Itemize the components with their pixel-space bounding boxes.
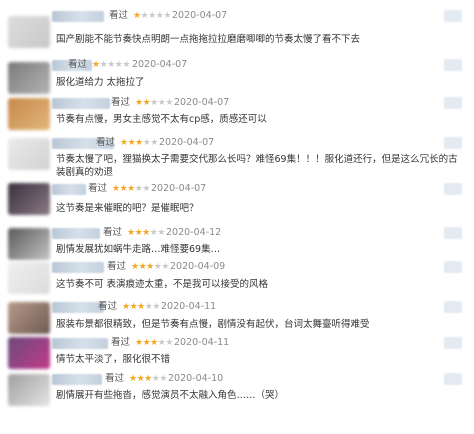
star-filled-icon: ★	[127, 184, 135, 194]
star-filled-icon: ★	[92, 60, 100, 70]
review-text: 服化道给力 太拖拉了	[56, 77, 145, 88]
user-avatar[interactable]	[8, 337, 50, 369]
user-avatar[interactable]	[8, 302, 50, 334]
watched-label: 看过	[88, 183, 108, 194]
user-name[interactable]	[52, 11, 104, 22]
review-text: 剧情发展犹如蜗牛走路…难怪要69集…	[56, 244, 221, 255]
star-empty-icon: ★	[148, 11, 156, 21]
vote-count[interactable]	[444, 137, 462, 149]
star-filled-icon: ★	[135, 338, 143, 348]
review-text: 情节太平淡了，服化很不错	[56, 354, 171, 365]
rating-stars: ★★★★★	[131, 261, 169, 273]
review-text: 这节奏是来催眠的吧？是催眠吧？	[56, 203, 199, 214]
review-date: 2020-04-11	[161, 301, 217, 312]
review-date: 2020-04-07	[159, 137, 215, 148]
star-filled-icon: ★	[133, 11, 141, 21]
user-name[interactable]	[52, 184, 86, 195]
star-empty-icon: ★	[159, 374, 167, 384]
rating-stars: ★★★★★	[129, 373, 167, 385]
vote-count[interactable]	[444, 97, 462, 109]
watched-label: 看过	[111, 337, 131, 348]
review-date: 2020-04-11	[174, 337, 230, 348]
watched-label: 看过	[107, 261, 127, 272]
star-filled-icon: ★	[135, 138, 143, 148]
star-filled-icon: ★	[135, 98, 143, 108]
star-filled-icon: ★	[129, 374, 137, 384]
rating-stars: ★★★★★	[92, 59, 130, 71]
star-filled-icon: ★	[127, 228, 135, 238]
star-filled-icon: ★	[122, 302, 130, 312]
review-text: 节奏太慢了吧，狸猫换太子需要交代那么长吗？难怪69集！！！服化道还行，但是这么冗…	[56, 154, 458, 178]
watched-label: 看过	[96, 137, 116, 148]
star-empty-icon: ★	[165, 98, 173, 108]
vote-count[interactable]	[444, 227, 462, 239]
review-text: 节奏有点慢，男女主感觉不太有cp感，质感还可以	[56, 114, 267, 125]
vote-count[interactable]	[444, 337, 462, 349]
watched-label: 看过	[109, 10, 129, 21]
star-filled-icon: ★	[144, 374, 152, 384]
rating-stars: ★★★★★	[112, 183, 150, 195]
star-filled-icon: ★	[131, 262, 139, 272]
star-empty-icon: ★	[152, 302, 160, 312]
star-empty-icon: ★	[161, 262, 169, 272]
watched-label: 看过	[105, 373, 125, 384]
user-avatar[interactable]	[8, 16, 50, 48]
rating-stars: ★★★★★	[135, 337, 173, 349]
user-name[interactable]	[52, 374, 102, 385]
watched-label: 看过	[98, 301, 118, 312]
star-empty-icon: ★	[157, 228, 165, 238]
user-name[interactable]	[52, 228, 100, 239]
user-avatar[interactable]	[8, 98, 50, 130]
star-empty-icon: ★	[107, 60, 115, 70]
user-avatar[interactable]	[8, 183, 50, 215]
vote-count[interactable]	[444, 301, 462, 313]
review-date: 2020-04-07	[174, 97, 230, 108]
user-avatar[interactable]	[8, 228, 50, 260]
vote-count[interactable]	[444, 59, 462, 71]
star-filled-icon: ★	[142, 228, 150, 238]
watched-label: 看过	[111, 97, 131, 108]
star-empty-icon: ★	[122, 60, 130, 70]
vote-count[interactable]	[444, 10, 462, 22]
watched-label: 看过	[68, 59, 88, 70]
review-date: 2020-04-09	[170, 261, 226, 272]
rating-stars: ★★★★★	[133, 10, 171, 22]
rating-stars: ★★★★★	[122, 301, 160, 313]
vote-count[interactable]	[444, 373, 462, 385]
review-text: 国产剧能不能节奏快点明朗一点拖拖拉拉磨磨唧唧的节奏太慢了看不下去	[56, 34, 361, 45]
user-avatar[interactable]	[8, 62, 50, 94]
review-date: 2020-04-07	[151, 183, 207, 194]
review-text: 服装布景都很精致，但是节奏有点慢，剧情没有起伏，台词太舞臺听得难受	[56, 319, 370, 330]
user-name[interactable]	[52, 262, 104, 273]
star-empty-icon: ★	[142, 184, 150, 194]
star-filled-icon: ★	[120, 138, 128, 148]
star-filled-icon: ★	[150, 338, 158, 348]
review-date: 2020-04-10	[168, 373, 224, 384]
star-empty-icon: ★	[150, 138, 158, 148]
rating-stars: ★★★★★	[127, 227, 165, 239]
star-empty-icon: ★	[163, 11, 171, 21]
rating-stars: ★★★★★	[135, 97, 173, 109]
review-date: 2020-04-07	[132, 59, 188, 70]
vote-count[interactable]	[444, 261, 462, 273]
star-filled-icon: ★	[146, 262, 154, 272]
comment-list: 看过 ★ ★ ★ ★ ★ 2020-04-07 国产剧能不能节奏快点明朗一点拖拖拉拉磨磨…	[8, 6, 466, 428]
user-avatar[interactable]	[8, 138, 50, 170]
star-empty-icon: ★	[150, 98, 158, 108]
user-avatar[interactable]	[8, 374, 50, 406]
star-empty-icon: ★	[165, 338, 173, 348]
user-name[interactable]	[52, 302, 104, 313]
user-name[interactable]	[52, 338, 108, 349]
user-avatar[interactable]	[8, 262, 50, 294]
review-text: 剧情展开有些拖沓，感觉演员不太融入角色……（哭）	[56, 390, 285, 401]
star-filled-icon: ★	[112, 184, 120, 194]
vote-count[interactable]	[444, 183, 462, 195]
star-filled-icon: ★	[137, 302, 145, 312]
review-date: 2020-04-07	[172, 10, 228, 21]
review-text: 这节奏不可 表演痕迹太重，不是我可以接受的风格	[56, 279, 269, 290]
watched-label: 看过	[103, 227, 123, 238]
review-date: 2020-04-12	[166, 227, 222, 238]
rating-stars: ★★★★★	[120, 137, 158, 149]
user-name[interactable]	[52, 98, 110, 109]
